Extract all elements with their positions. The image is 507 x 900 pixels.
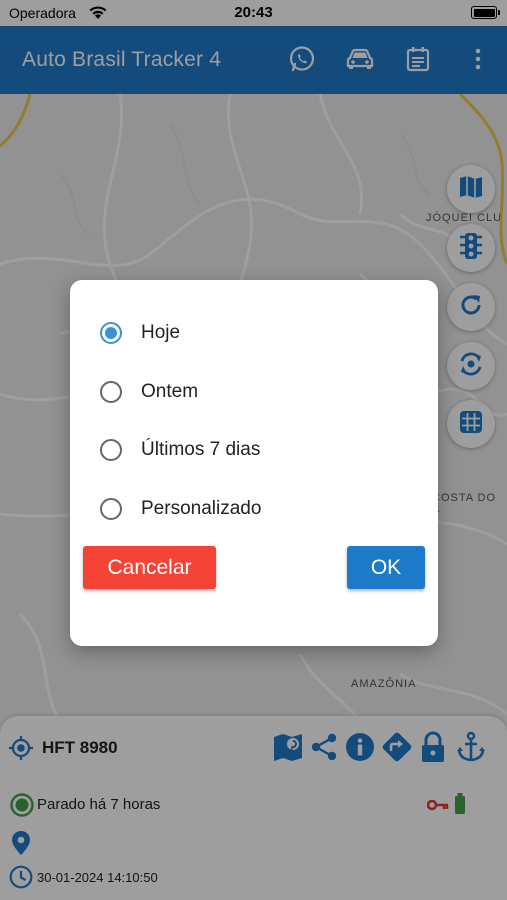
option-label: Hoje [141,322,181,343]
option-personalizado[interactable]: Personalizado [100,489,420,529]
option-ontem[interactable]: Ontem [100,372,420,412]
option-label: Ontem [141,381,199,402]
option-hoje[interactable]: Hoje [100,313,420,353]
period-dialog: Hoje Ontem Últimos 7 dias Personalizado … [70,280,438,646]
cancel-button[interactable]: Cancelar [83,546,216,589]
option-label: Últimos 7 dias [141,439,261,460]
option-label: Personalizado [141,498,262,519]
radio-button[interactable] [100,498,122,520]
option-ultimos-7-dias[interactable]: Últimos 7 dias [100,430,420,470]
radio-button[interactable] [100,381,122,403]
ok-button[interactable]: OK [347,546,425,589]
radio-button-selected[interactable] [100,322,122,344]
radio-button[interactable] [100,439,122,461]
